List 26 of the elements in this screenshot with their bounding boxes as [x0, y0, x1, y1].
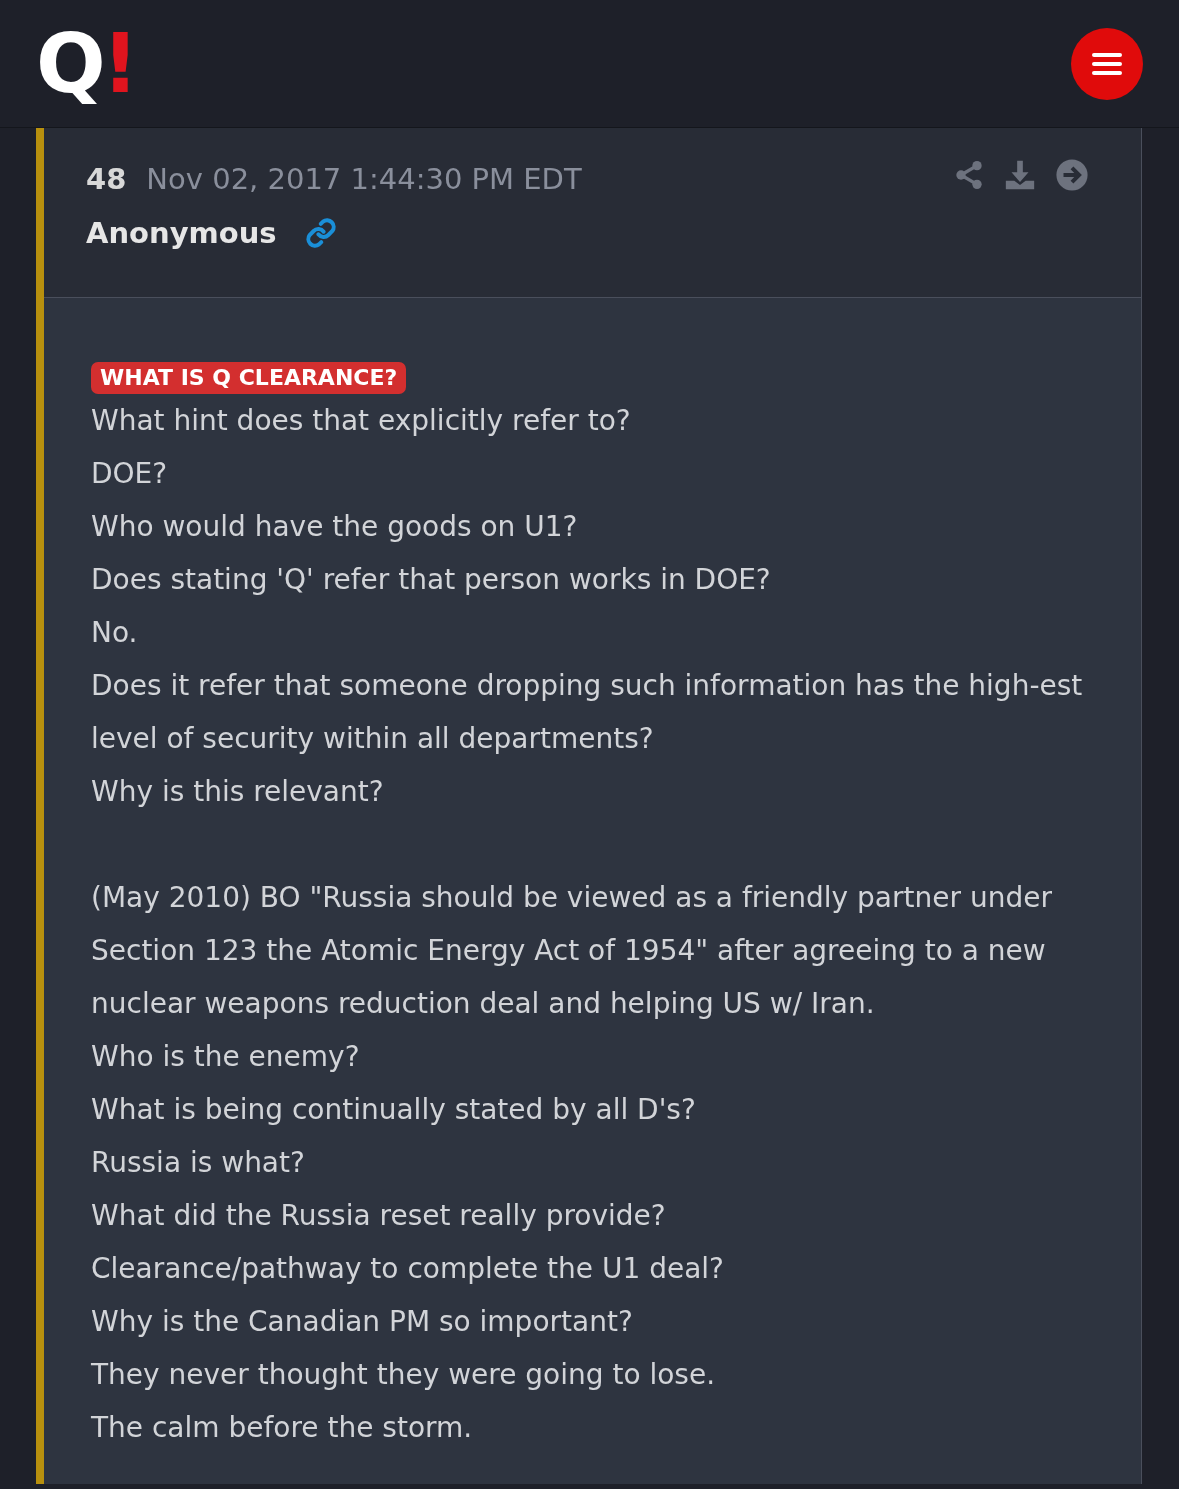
- site-logo[interactable]: Q!: [36, 22, 140, 105]
- post-text-line: Does stating 'Q' refer that person works in DOE?: [91, 562, 772, 598]
- post-text-line: Does it refer that someone dropping such information has the high-est level of security within all departments?: [91, 668, 1084, 757]
- post-text-line: Who would have the goods on U1?: [91, 509, 579, 545]
- post-text-line: What is being continually stated by all D's?: [91, 1092, 697, 1128]
- share-icon[interactable]: [953, 158, 985, 192]
- post-text-line: Why is the Canadian PM so important?: [91, 1304, 634, 1340]
- post-text-line: The calm before the storm.: [91, 1410, 474, 1446]
- post-text-line: (May 2010) BO "Russia should be viewed as a friendly partner under Section 123 the Atomic Energy Act of 1954" after agreeing to a new nuclear weapons reduction deal and helping US w/ Iran.: [91, 880, 1053, 1022]
- menu-icon: [1092, 51, 1122, 76]
- post-text-line: Why is this relevant?: [91, 774, 385, 810]
- post-text-line: Clearance/pathway to complete the U1 deal?: [91, 1251, 725, 1287]
- download-icon[interactable]: [1003, 158, 1037, 192]
- link-icon[interactable]: [304, 217, 337, 250]
- post-number: 48: [86, 161, 127, 198]
- post-text-line: Who is the enemy?: [91, 1039, 361, 1075]
- author-name: Anonymous: [86, 214, 277, 252]
- arrow-right-icon[interactable]: [1055, 158, 1089, 192]
- post-text-line: What did the Russia reset really provide?: [91, 1198, 667, 1234]
- post-date: Nov 02, 2017 1:44:30 PM EDT: [146, 161, 582, 198]
- post-text-line: No.: [91, 615, 139, 651]
- topic-tag: WHAT IS Q CLEARANCE?: [91, 362, 407, 394]
- post-text-line: They never thought they were going to lose.: [91, 1357, 717, 1393]
- post-text-line: Russia is what?: [91, 1145, 306, 1181]
- post-text-line: What hint does that explicitly refer to?: [91, 403, 632, 439]
- post-text-line: DOE?: [91, 456, 169, 492]
